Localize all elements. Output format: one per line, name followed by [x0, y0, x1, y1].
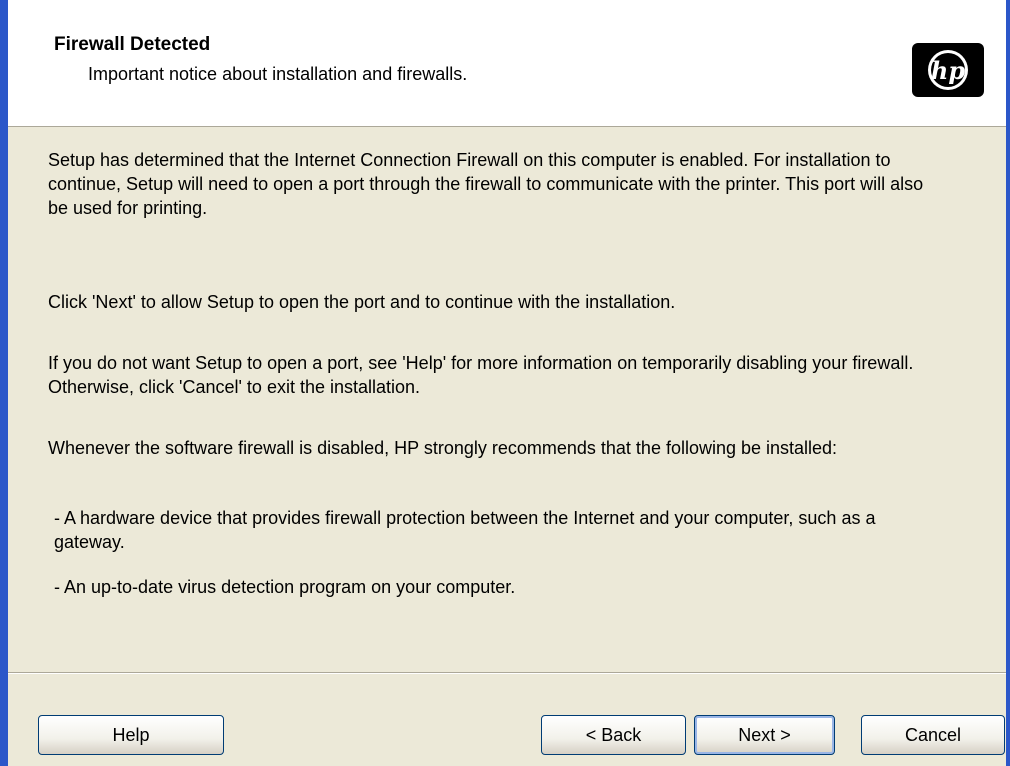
next-button[interactable]: Next >: [694, 715, 835, 755]
recommendation-paragraph: Whenever the software firewall is disabl…: [48, 438, 838, 458]
footer-divider: [8, 672, 1006, 674]
next-instruction-paragraph: Click 'Next' to allow Setup to open the …: [48, 292, 676, 312]
recommendation-item-antivirus: - An up-to-date virus detection program …: [54, 577, 516, 597]
help-button[interactable]: Help: [38, 715, 224, 755]
window-frame-left: [0, 0, 8, 766]
back-button[interactable]: < Back: [541, 715, 686, 755]
cancel-button[interactable]: Cancel: [861, 715, 1005, 755]
dialog-header: Firewall Detected Important notice about…: [8, 0, 1006, 127]
recommendation-item-hardware: - A hardware device that provides firewa…: [54, 508, 876, 552]
dialog-title: Firewall Detected: [54, 34, 211, 55]
window-frame-right: [1006, 0, 1010, 766]
dialog-subtitle: Important notice about installation and …: [88, 64, 468, 84]
hp-logo-icon: hp: [912, 43, 984, 97]
cancel-instruction-paragraph: If you do not want Setup to open a port,…: [48, 353, 914, 397]
svg-text:hp: hp: [931, 56, 965, 85]
firewall-notice-paragraph: Setup has determined that the Internet C…: [48, 150, 924, 218]
